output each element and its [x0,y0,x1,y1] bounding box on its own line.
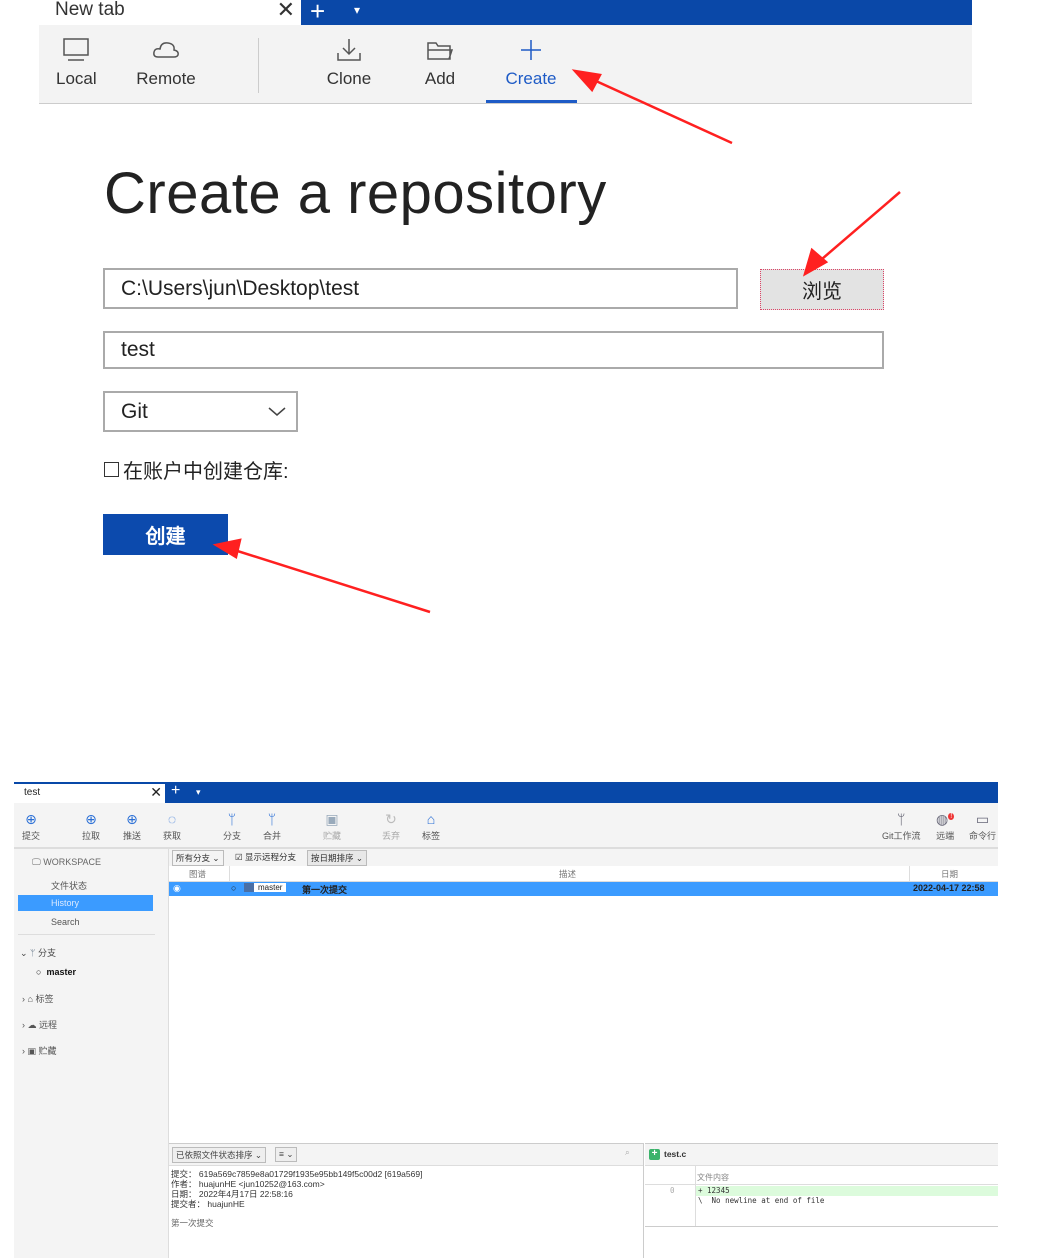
terminal-button[interactable]: ▭ 命令行 [969,811,996,842]
arrow-create-tab [584,74,733,145]
fetch-button[interactable]: ◌ 获取 [163,811,181,842]
toolbar: ⊕ 提交 ⊕ 拉取 ⊕ 推送 ◌ 获取 ᛘ 分支 ᛘ 合并 ▣ 贮藏 ↻ 丢弃 ⌂ 标签 ᛘ Git… [14,803,998,849]
branch-filter-select[interactable]: 所有分支 ⌄ [172,850,224,866]
branch-icon: ᛘ [227,811,237,827]
diff-file-header: + test.c [645,1144,998,1166]
arrow-browse [814,191,901,266]
divider [645,1184,998,1185]
column-description[interactable]: 描述 [559,868,576,880]
sidebar-item-search[interactable]: Search [51,917,80,927]
branch-label: master [244,883,287,892]
arrowhead [802,247,829,277]
workspace-header: 🖵 WORKSPACE [32,857,102,867]
committer: 提交者： huajunHE [171,1199,245,1209]
branch-button[interactable]: ᛘ 分支 [223,811,241,842]
arrowhead [212,538,242,559]
cloud-icon: ☁ [27,1020,37,1030]
tab-dropdown-icon[interactable]: ▾ [196,787,201,798]
commit-button[interactable]: ⊕ 提交 [22,811,40,842]
divider [229,866,230,882]
commit-message-detail: 第一次提交 [171,1218,214,1228]
commit-message: 第一次提交 [302,885,348,895]
commit-dot-icon: ○ [231,883,237,893]
filter-bar: 所有分支 ⌄ ☑ 显示远程分支 按日期排序 ⌄ [169,849,998,866]
commit-author: 作者： huajunHE <jun10252@163.com> [171,1179,325,1189]
diff-added-line: + 12345 [696,1186,998,1196]
divider [18,934,155,935]
arrowhead [571,69,602,93]
monitor-icon: 🖵 [32,857,41,867]
push-button[interactable]: ⊕ 推送 [123,811,141,842]
show-remote-checkbox[interactable]: ☑ 显示远程分支 [235,851,296,863]
down-circle-icon: ⊕ [85,811,97,827]
file-sort-select[interactable]: 已依照文件状态排序 ⌄ [172,1147,266,1163]
close-tab-icon[interactable]: ✕ [150,784,162,801]
branch-master[interactable]: ○ master [36,967,76,977]
discard-icon: ↻ [385,811,397,827]
branch-icon: ᛘ [30,948,36,958]
commit-hash: 提交： 619a569c7859e8a01729f1935e95bb149f5c… [171,1169,423,1179]
plus-circle-icon: ⊕ [25,811,37,827]
discard-button[interactable]: ↻ 丢弃 [382,811,400,842]
stash-icon: ▣ [27,1046,37,1056]
diff-note-line: \ No newline at end of file [698,1196,825,1205]
view-mode-select[interactable]: ≡ ⌄ [275,1147,298,1162]
details-toolbar: 已依照文件状态排序 ⌄ ≡ ⌄ ⌕ [169,1144,643,1166]
tag-icon: ⌂ [27,994,33,1004]
file-added-icon: + [649,1149,660,1160]
arrow-create-button [227,546,431,614]
fetch-icon: ◌ [167,811,177,827]
merge-button[interactable]: ᛘ 合并 [263,811,281,842]
tab-title: test [24,787,41,798]
column-headers: 图谱 描述 日期 [169,866,998,882]
sort-select[interactable]: 按日期排序 ⌄ [307,850,367,866]
tab-test[interactable]: test ✕ [14,784,165,803]
commit-date-detail: 日期： 2022年4月17日 22:58:16 [171,1189,293,1199]
divider [695,1166,696,1226]
diff-filename: test.c [664,1149,687,1159]
divider [645,1226,998,1227]
git-flow-button[interactable]: ᛘ Git工作流 [882,811,921,842]
commit-row[interactable]: ◉ ○ master 第一次提交 2022-04-17 22:58 [169,882,998,896]
diff-panel: + test.c 文件内容 0 + 12345 \ No newline at … [645,1143,998,1258]
sidebar-tags[interactable]: › ⌂ 标签 [22,992,53,1005]
column-date[interactable]: 日期 [941,868,958,880]
tag-button[interactable]: ⌂ 标签 [422,811,440,842]
sidebar-remotes[interactable]: › ☁ 远程 [22,1018,57,1031]
column-graph[interactable]: 图谱 [189,868,206,880]
stash-button[interactable]: ▣ 贮藏 [323,811,341,842]
stash-icon: ▣ [325,811,339,827]
commit-date: 2022-04-17 22:58 [913,883,985,893]
pull-button[interactable]: ⊕ 拉取 [82,811,100,842]
git-flow-icon: ᛘ [897,811,906,827]
sourcetree-window: test ✕ + ▾ ⊕ 提交 ⊕ 拉取 ⊕ 推送 ◌ 获取 ᛘ 分支 ᛘ 合并 ▣ 贮藏 ↻ 丢… [14,782,998,1258]
terminal-icon: ▭ [975,811,990,827]
sidebar-branches[interactable]: ⌄ ᛘ 分支 [20,946,56,959]
merge-icon: ᛘ [267,811,277,827]
tag-icon: ⌂ [426,811,436,827]
sidebar-stashes[interactable]: › ▣ 贮藏 [22,1044,57,1057]
sidebar-item-file-status[interactable]: 文件状态 [51,879,87,892]
search-icon[interactable]: ⌕ [625,1147,630,1158]
commit-details-panel: 已依照文件状态排序 ⌄ ≡ ⌄ ⌕ 提交： 619a569c7859e8a017… [169,1143,644,1258]
divider [909,866,910,882]
new-tab-button[interactable]: + [171,782,180,800]
remote-button[interactable]: ◍! 远端 [936,811,955,842]
commit-info: 提交： 619a569c7859e8a01729f1935e95bb149f5c… [171,1169,422,1228]
diff-header: 文件内容 [697,1173,729,1182]
globe-icon: ◍! [936,811,955,827]
graph-node-icon: ◉ [173,883,181,893]
alert-badge: ! [948,813,955,821]
line-number: 0 [670,1186,675,1195]
annotation-arrows [212,69,901,614]
sidebar-item-history[interactable]: History [18,895,153,911]
sidebar: 🖵 WORKSPACE 文件状态 History Search ⌄ ᛘ 分支 ○… [14,849,169,1258]
up-circle-icon: ⊕ [126,811,138,827]
